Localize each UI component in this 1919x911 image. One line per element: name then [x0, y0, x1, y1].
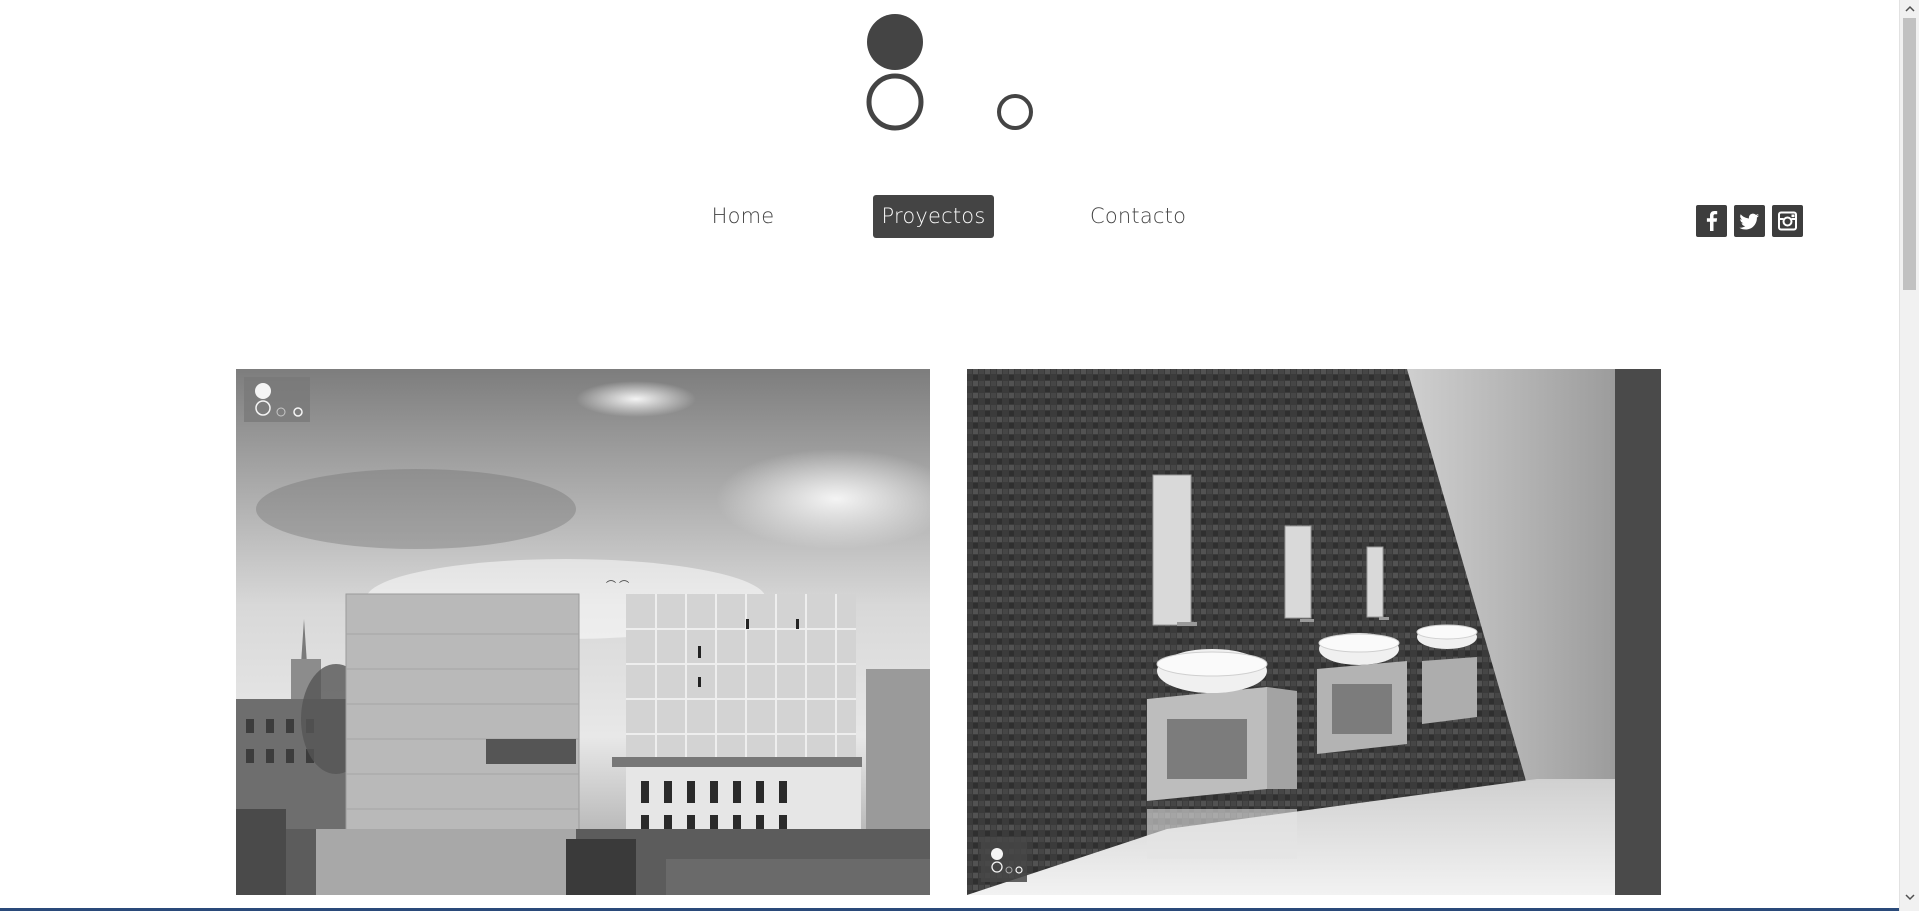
vertical-scrollbar[interactable]	[1899, 0, 1919, 911]
page: Home Proyectos Contacto ⌒ ⌒	[0, 0, 1900, 911]
facebook-button[interactable]	[1696, 205, 1727, 237]
chevron-up-icon	[1904, 5, 1915, 12]
svg-text:⌒ ⌒: ⌒ ⌒	[606, 580, 629, 592]
logo-badge	[244, 377, 310, 422]
twitter-icon	[1739, 213, 1759, 230]
chevron-down-icon	[1904, 893, 1915, 900]
project-tile-1[interactable]: ⌒ ⌒	[236, 369, 930, 895]
project-tile-2[interactable]	[967, 369, 1661, 895]
scroll-down-button[interactable]	[1900, 888, 1919, 905]
social-links	[1696, 205, 1803, 237]
twitter-button[interactable]	[1734, 205, 1765, 237]
logo-badge	[981, 837, 1027, 882]
nav-contacto[interactable]: Contacto	[1090, 195, 1186, 238]
site-logo[interactable]	[860, 10, 1040, 135]
facebook-icon	[1706, 211, 1718, 231]
project-image-1: ⌒ ⌒	[236, 369, 930, 895]
instagram-icon	[1778, 211, 1797, 231]
nav-home[interactable]: Home	[704, 195, 782, 238]
instagram-button[interactable]	[1772, 205, 1803, 237]
main-nav: Home Proyectos Contacto	[0, 195, 1900, 238]
nav-proyectos[interactable]: Proyectos	[873, 195, 994, 238]
scroll-thumb[interactable]	[1903, 18, 1916, 290]
scroll-up-button[interactable]	[1900, 0, 1919, 17]
project-image-2	[967, 369, 1661, 895]
